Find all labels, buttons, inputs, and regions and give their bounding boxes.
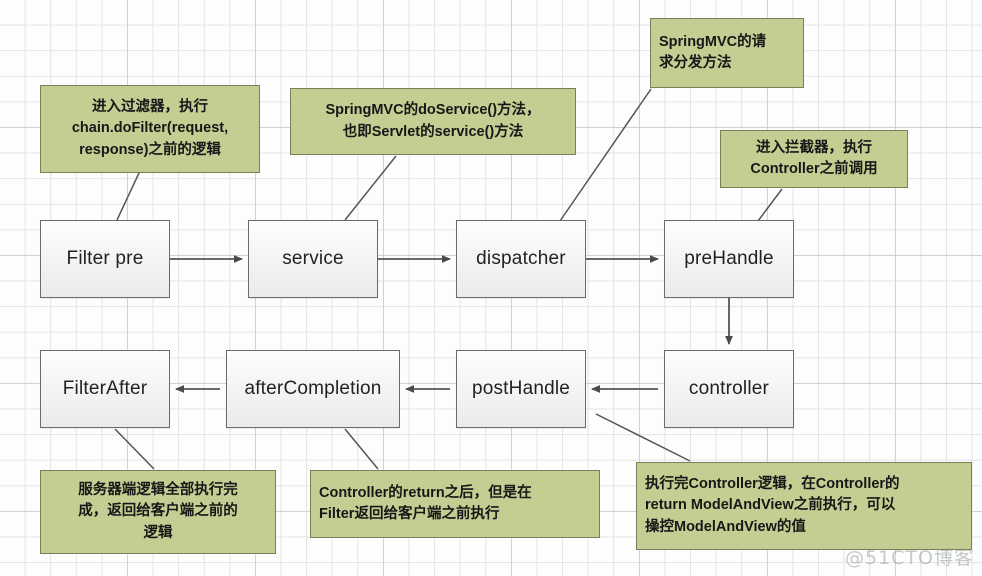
- node-aftercompletion[interactable]: afterCompletion: [226, 350, 400, 428]
- note-text: 进入拦截器，执行 Controller之前调用: [729, 138, 899, 180]
- node-dispatcher[interactable]: dispatcher: [456, 220, 586, 298]
- note-filter-pre: 进入过滤器，执行 chain.doFilter(request, response)…: [40, 85, 260, 173]
- note-text: SpringMVC的请 求分发方法: [659, 32, 795, 74]
- note-text: Controller的return之后，但是在 Filter返回给客户端之前执行: [319, 483, 591, 525]
- node-filter-pre[interactable]: Filter pre: [40, 220, 170, 298]
- note-line: 逻辑: [143, 524, 173, 541]
- node-service[interactable]: service: [248, 220, 378, 298]
- leader-service: [344, 155, 397, 221]
- node-posthandle[interactable]: postHandle: [456, 350, 586, 428]
- node-label: service: [282, 248, 344, 269]
- note-filter-after: 服务器端逻辑全部执行完 成，返回给客户端之前的 逻辑: [40, 470, 276, 554]
- note-line: 服务器端逻辑全部执行完: [78, 482, 238, 499]
- node-filter-after[interactable]: FilterAfter: [40, 350, 170, 428]
- note-line: Controller的return之后，但是在: [319, 484, 532, 501]
- note-line: 操控ModelAndView的值: [645, 518, 806, 535]
- node-label: dispatcher: [476, 248, 566, 269]
- note-text: 执行完Controller逻辑，在Controller的 return Model…: [645, 474, 963, 537]
- note-controller: 执行完Controller逻辑，在Controller的 return Model…: [636, 462, 972, 550]
- node-label: preHandle: [684, 248, 774, 269]
- note-text: 服务器端逻辑全部执行完 成，返回给客户端之前的 逻辑: [49, 480, 267, 543]
- note-posthandle: Controller的return之后，但是在 Filter返回给客户端之前执行: [310, 470, 600, 538]
- note-text: 进入过滤器，执行 chain.doFilter(request, response)…: [49, 97, 251, 160]
- note-line: 求分发方法: [659, 55, 732, 71]
- diagram-canvas: Filter pre service dispatcher preHandle cont…: [0, 0, 982, 576]
- note-line: SpringMVC的doService()方法，: [325, 102, 541, 119]
- note-line: 执行完Controller逻辑，在Controller的: [645, 476, 900, 493]
- note-service: SpringMVC的doService()方法， 也即Servlet的servic…: [290, 88, 576, 155]
- note-line: 也即Servlet的service()方法: [342, 123, 524, 140]
- note-text: SpringMVC的doService()方法， 也即Servlet的servic…: [299, 100, 567, 142]
- note-line: chain.doFilter(request,: [71, 120, 229, 137]
- note-line: 进入拦截器，执行: [756, 139, 872, 156]
- note-line: 成，返回给客户端之前的: [78, 503, 238, 520]
- note-line: SpringMVC的请: [659, 33, 767, 50]
- leader-filter-pre: [116, 172, 140, 221]
- note-dispatcher: SpringMVC的请 求分发方法: [650, 18, 804, 88]
- note-line: 进入过滤器，执行: [92, 99, 208, 116]
- note-line: Controller之前调用: [750, 161, 878, 177]
- leader-filter-after: [114, 428, 155, 470]
- node-label: afterCompletion: [244, 378, 382, 399]
- node-label: Filter pre: [66, 248, 144, 269]
- node-label: postHandle: [471, 378, 571, 399]
- note-line: response)之前的逻辑: [79, 141, 221, 158]
- node-label: controller: [688, 378, 770, 399]
- leader-prehandle: [757, 188, 783, 222]
- node-prehandle[interactable]: preHandle: [664, 220, 794, 298]
- leader-posthandle: [344, 428, 379, 470]
- watermark: @51CTO博客: [844, 547, 974, 569]
- node-label: FilterAfter: [62, 378, 148, 399]
- note-prehandle: 进入拦截器，执行 Controller之前调用: [720, 130, 908, 188]
- note-line: return ModelAndView之前执行，可以: [645, 497, 896, 514]
- node-controller[interactable]: controller: [664, 350, 794, 428]
- note-line: Filter返回给客户端之前执行: [319, 506, 500, 522]
